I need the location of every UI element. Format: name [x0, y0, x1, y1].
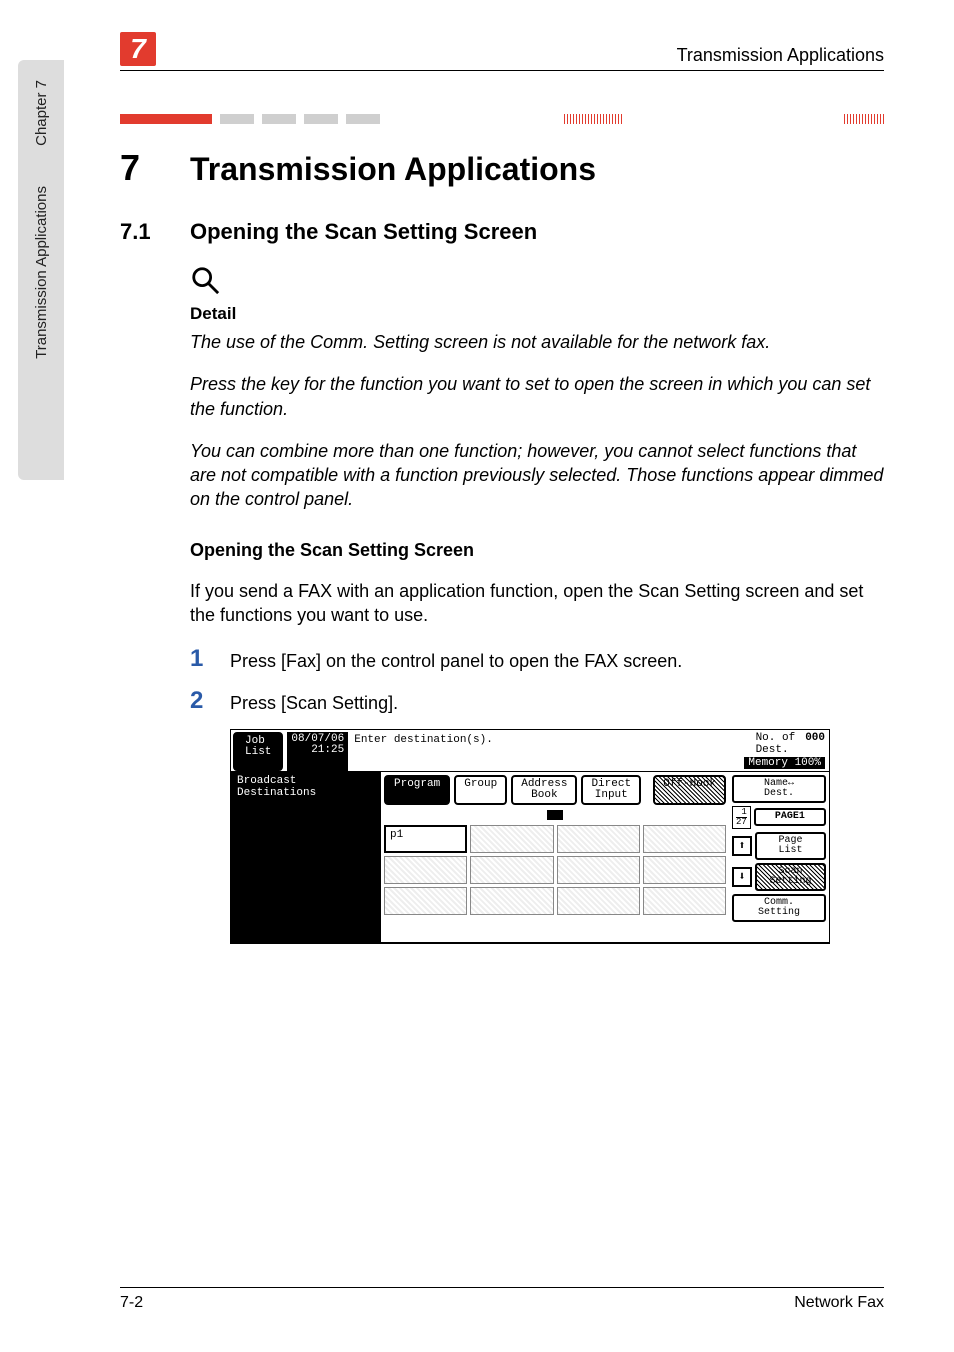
time-text: 21:25: [311, 745, 344, 756]
comm-setting-button[interactable]: Comm. Setting: [732, 894, 826, 922]
accent-bar-grey: [304, 114, 338, 124]
destination-cell-empty[interactable]: [470, 856, 553, 884]
side-tab-title: Transmission Applications: [33, 186, 50, 359]
page-footer: 7-2 Network Fax: [120, 1287, 884, 1312]
destination-cell-empty[interactable]: [557, 825, 640, 853]
arrow-up-button[interactable]: ⬆: [732, 836, 752, 856]
accent-gradient: [844, 114, 884, 124]
dest-label: No. of Dest.: [756, 732, 796, 756]
chapter-heading: 7 Transmission Applications: [120, 147, 884, 189]
destination-cell-empty[interactable]: [557, 887, 640, 915]
page-list-row: ⬆ Page List: [732, 832, 826, 860]
top-message: Enter destination(s).: [348, 730, 740, 770]
side-tab-chapter: Chapter 7: [33, 80, 50, 146]
destination-cell-empty[interactable]: [557, 856, 640, 884]
detail-para1: The use of the Comm. Setting screen is n…: [190, 330, 884, 354]
page-count-bottom: 27: [736, 817, 747, 827]
magnifier-icon: [190, 265, 884, 300]
section-heading: 7.1 Opening the Scan Setting Screen: [120, 219, 884, 245]
running-header: 7 Transmission Applications: [120, 32, 884, 71]
arrow-down-button[interactable]: ⬇: [732, 867, 752, 887]
scan-setting-row: ⬇ Scan Setting: [732, 863, 826, 891]
destination-cell-empty[interactable]: [470, 825, 553, 853]
accent-gradient: [564, 114, 624, 124]
chapter-title: Transmission Applications: [190, 151, 596, 188]
detail-para3: You can combine more than one function; …: [190, 439, 884, 512]
page-indicator-row: 1 27 PAGE1: [732, 806, 826, 829]
accent-bar-grey: [262, 114, 296, 124]
sub-heading: Opening the Scan Setting Screen: [190, 540, 884, 561]
chapter-badge: 7: [120, 32, 156, 66]
scan-setting-button[interactable]: Scan Setting: [755, 863, 826, 891]
date-box: 08/07/06 21:25: [287, 732, 348, 770]
footer-page-number: 7-2: [120, 1294, 143, 1312]
detail-label: Detail: [190, 304, 884, 324]
group-tab[interactable]: Group: [454, 775, 507, 805]
off-hook-tab[interactable]: Off-Hook: [653, 775, 726, 805]
divider-row: [120, 111, 884, 127]
fax-mid-column: Program Group Address Book Direct Input …: [381, 772, 729, 942]
fax-body: Broadcast Destinations Program Group Add…: [231, 772, 829, 943]
destination-cell-p1[interactable]: p1: [384, 825, 467, 853]
step-number: 2: [190, 687, 230, 715]
destination-grid-area: p1: [381, 822, 729, 921]
destination-cell-empty[interactable]: [470, 887, 553, 915]
footer-doc-title: Network Fax: [794, 1294, 884, 1312]
detail-para2: Press the key for the function you want …: [190, 372, 884, 421]
address-book-tab[interactable]: Address Book: [511, 775, 577, 805]
page1-button[interactable]: PAGE1: [754, 808, 826, 826]
page-count-box: 1 27: [732, 806, 751, 829]
fax-tab-row: Program Group Address Book Direct Input …: [381, 772, 729, 808]
job-list-tab[interactable]: Job List: [233, 732, 283, 770]
destination-cell-empty[interactable]: [643, 825, 726, 853]
progress-row: [381, 808, 729, 822]
direct-input-tab[interactable]: Direct Input: [581, 775, 641, 805]
accent-bar: [120, 114, 212, 124]
step-text: Press [Fax] on the control panel to open…: [230, 645, 682, 672]
destination-cell-empty[interactable]: [384, 856, 467, 884]
section-title: Opening the Scan Setting Screen: [190, 219, 537, 245]
step-text: Press [Scan Setting].: [230, 687, 398, 714]
running-header-title: Transmission Applications: [677, 45, 884, 66]
side-tab: Chapter 7 Transmission Applications: [18, 60, 64, 480]
destination-grid: p1: [384, 825, 726, 915]
accent-bar-grey: [220, 114, 254, 124]
chapter-number: 7: [120, 147, 190, 189]
dest-count: 000: [805, 732, 825, 744]
destination-cell-empty[interactable]: [384, 887, 467, 915]
detail-block: Detail The use of the Comm. Setting scre…: [190, 265, 884, 512]
page-list-button[interactable]: Page List: [755, 832, 826, 860]
page-count-top: 1: [736, 808, 747, 817]
fax-right-column: Name↔ Dest. 1 27 PAGE1 ⬆ Page List ⬇ Sca…: [729, 772, 829, 942]
program-tab[interactable]: Program: [384, 775, 450, 805]
destination-cell-empty[interactable]: [643, 887, 726, 915]
name-dest-button[interactable]: Name↔ Dest.: [732, 775, 826, 803]
accent-bar-grey: [346, 114, 380, 124]
dest-count-box: No. of Dest. 000 Memory 100%: [740, 730, 829, 770]
section-number: 7.1: [120, 219, 190, 245]
step-2: 2 Press [Scan Setting].: [190, 687, 884, 715]
destination-cell-empty[interactable]: [643, 856, 726, 884]
memory-label: Memory 100%: [744, 757, 825, 769]
step-number: 1: [190, 645, 230, 673]
broadcast-destinations-panel: Broadcast Destinations: [231, 772, 381, 942]
fax-screen: Job List 08/07/06 21:25 Enter destinatio…: [230, 729, 830, 943]
step-1: 1 Press [Fax] on the control panel to op…: [190, 645, 884, 673]
intro-paragraph: If you send a FAX with an application fu…: [190, 579, 884, 628]
fax-top-bar: Job List 08/07/06 21:25 Enter destinatio…: [231, 730, 829, 771]
